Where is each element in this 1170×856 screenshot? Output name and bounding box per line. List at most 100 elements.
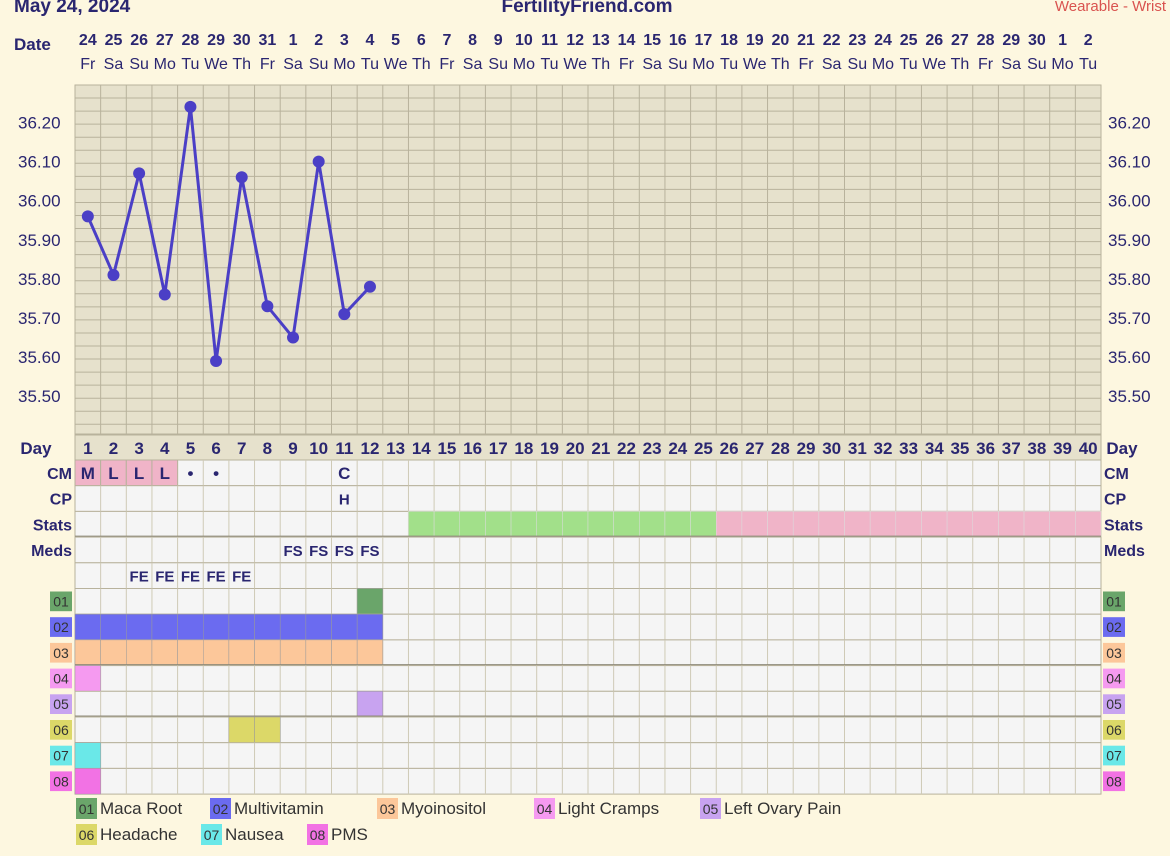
date-label: 30 (233, 32, 251, 49)
stats-cell (1049, 511, 1076, 538)
row-label: CM (47, 466, 72, 483)
track-code-label-right: 05 (1106, 696, 1122, 712)
weekday-label: Th (591, 56, 610, 73)
temperature-point (235, 171, 248, 184)
day-row (74, 434, 1102, 461)
med-value: FE (181, 569, 200, 586)
stats-cell (1075, 511, 1102, 538)
date-row-label: Date (14, 35, 51, 54)
weekday-label: Tu (720, 56, 738, 73)
weekday-label: Su (1027, 56, 1047, 73)
date-label: 24 (874, 32, 892, 49)
day-label: 17 (489, 439, 508, 458)
day-label: 30 (822, 439, 841, 458)
day-label: 11 (335, 439, 353, 458)
date-label: 26 (130, 32, 148, 49)
track-code-label: 06 (53, 722, 69, 738)
day-label: 6 (211, 439, 220, 458)
stats-cell (895, 511, 922, 538)
day-label: 23 (643, 439, 662, 458)
date-label: 17 (695, 32, 713, 49)
date-label: 9 (494, 32, 503, 49)
day-label: 19 (540, 439, 559, 458)
med-value: FE (130, 569, 149, 586)
stats-cell (716, 511, 743, 538)
track-cell (177, 613, 204, 641)
stats-cell (792, 511, 820, 538)
y-tick-label: 35.70 (18, 309, 61, 328)
weekday-label: Th (771, 56, 790, 73)
cp-value: H (339, 492, 350, 509)
day-label: 36 (976, 439, 995, 458)
y-tick-label-right: 35.90 (1108, 231, 1151, 250)
temperature-point (81, 210, 94, 223)
date-label: 13 (592, 32, 610, 49)
legend-code: 06 (79, 827, 95, 843)
med-value: FS (283, 543, 302, 560)
y-tick-label: 35.60 (18, 348, 61, 367)
temperature-point (184, 100, 197, 113)
row-label-right: CP (1104, 492, 1127, 509)
day-label: 5 (186, 439, 195, 458)
temperature-point (287, 331, 300, 344)
temperature-point (261, 300, 274, 313)
med-value: FE (155, 569, 174, 586)
track-cell (356, 639, 384, 666)
day-label: 20 (566, 439, 585, 458)
weekday-label: Fr (978, 56, 994, 73)
track-cell (356, 691, 384, 718)
track-code-label-right: 02 (1106, 619, 1122, 635)
day-label: 34 (925, 439, 944, 458)
day-label: 38 (1027, 439, 1046, 458)
weekday-label: Mo (154, 56, 176, 73)
stats-cell (1023, 511, 1050, 538)
date-label: 19 (746, 32, 764, 49)
stats-cell (562, 511, 589, 538)
track-cell (203, 613, 230, 641)
chart-body: Date 24 25 26 27 28 29 30 31 1 2 3 4 5 6 7 8 9 10 11 12 13 14 1… (14, 32, 1151, 845)
weekday-label: Fr (260, 56, 276, 73)
weekday-label: Tu (181, 56, 199, 73)
day-label: 24 (668, 439, 687, 458)
track-code-label: 01 (53, 593, 69, 609)
y-tick-label: 35.50 (18, 387, 61, 406)
stats-cell (767, 511, 794, 538)
weekday-label: Su (668, 56, 688, 73)
stats-cell (459, 511, 486, 538)
stats-cell (690, 511, 717, 538)
date-label: 15 (643, 32, 661, 49)
legend-label: Myoinositol (401, 799, 486, 818)
stats-cell (408, 511, 435, 538)
legend-label: Multivitamin (234, 799, 324, 818)
date-label: 8 (468, 32, 477, 49)
weekday-label: Fr (80, 56, 96, 73)
track-code-label: 04 (53, 670, 69, 686)
row-label: Stats (33, 517, 72, 534)
weekday-label: Th (232, 56, 251, 73)
track-code-label-right: 08 (1106, 773, 1122, 789)
legend-label: Maca Root (100, 799, 182, 818)
day-label: 21 (591, 439, 610, 458)
date-label: 4 (366, 32, 375, 49)
cm-value: • (213, 464, 219, 483)
day-label: 2 (109, 439, 118, 458)
weekday-label: Mo (872, 56, 894, 73)
weekday-label: Fr (619, 56, 635, 73)
day-label: 15 (437, 439, 456, 458)
day-row-label-right: Day (1106, 439, 1138, 458)
chart-date: May 24, 2024 (14, 0, 131, 17)
weekday-label: Mo (513, 56, 535, 73)
track-code-label: 05 (53, 696, 69, 712)
weekday-label: We (563, 56, 587, 73)
track-code-label-right: 03 (1106, 645, 1122, 661)
day-label: 33 (899, 439, 918, 458)
track-cell (254, 639, 281, 666)
weekday-label: Mo (333, 56, 355, 73)
day-label: 8 (263, 439, 272, 458)
y-tick-label-right: 35.50 (1108, 387, 1151, 406)
day-label: 31 (848, 439, 867, 458)
weekday-label: Mo (1051, 56, 1073, 73)
track-cell (151, 613, 178, 641)
weekday-label: Su (309, 56, 329, 73)
stats-cell (741, 511, 768, 538)
